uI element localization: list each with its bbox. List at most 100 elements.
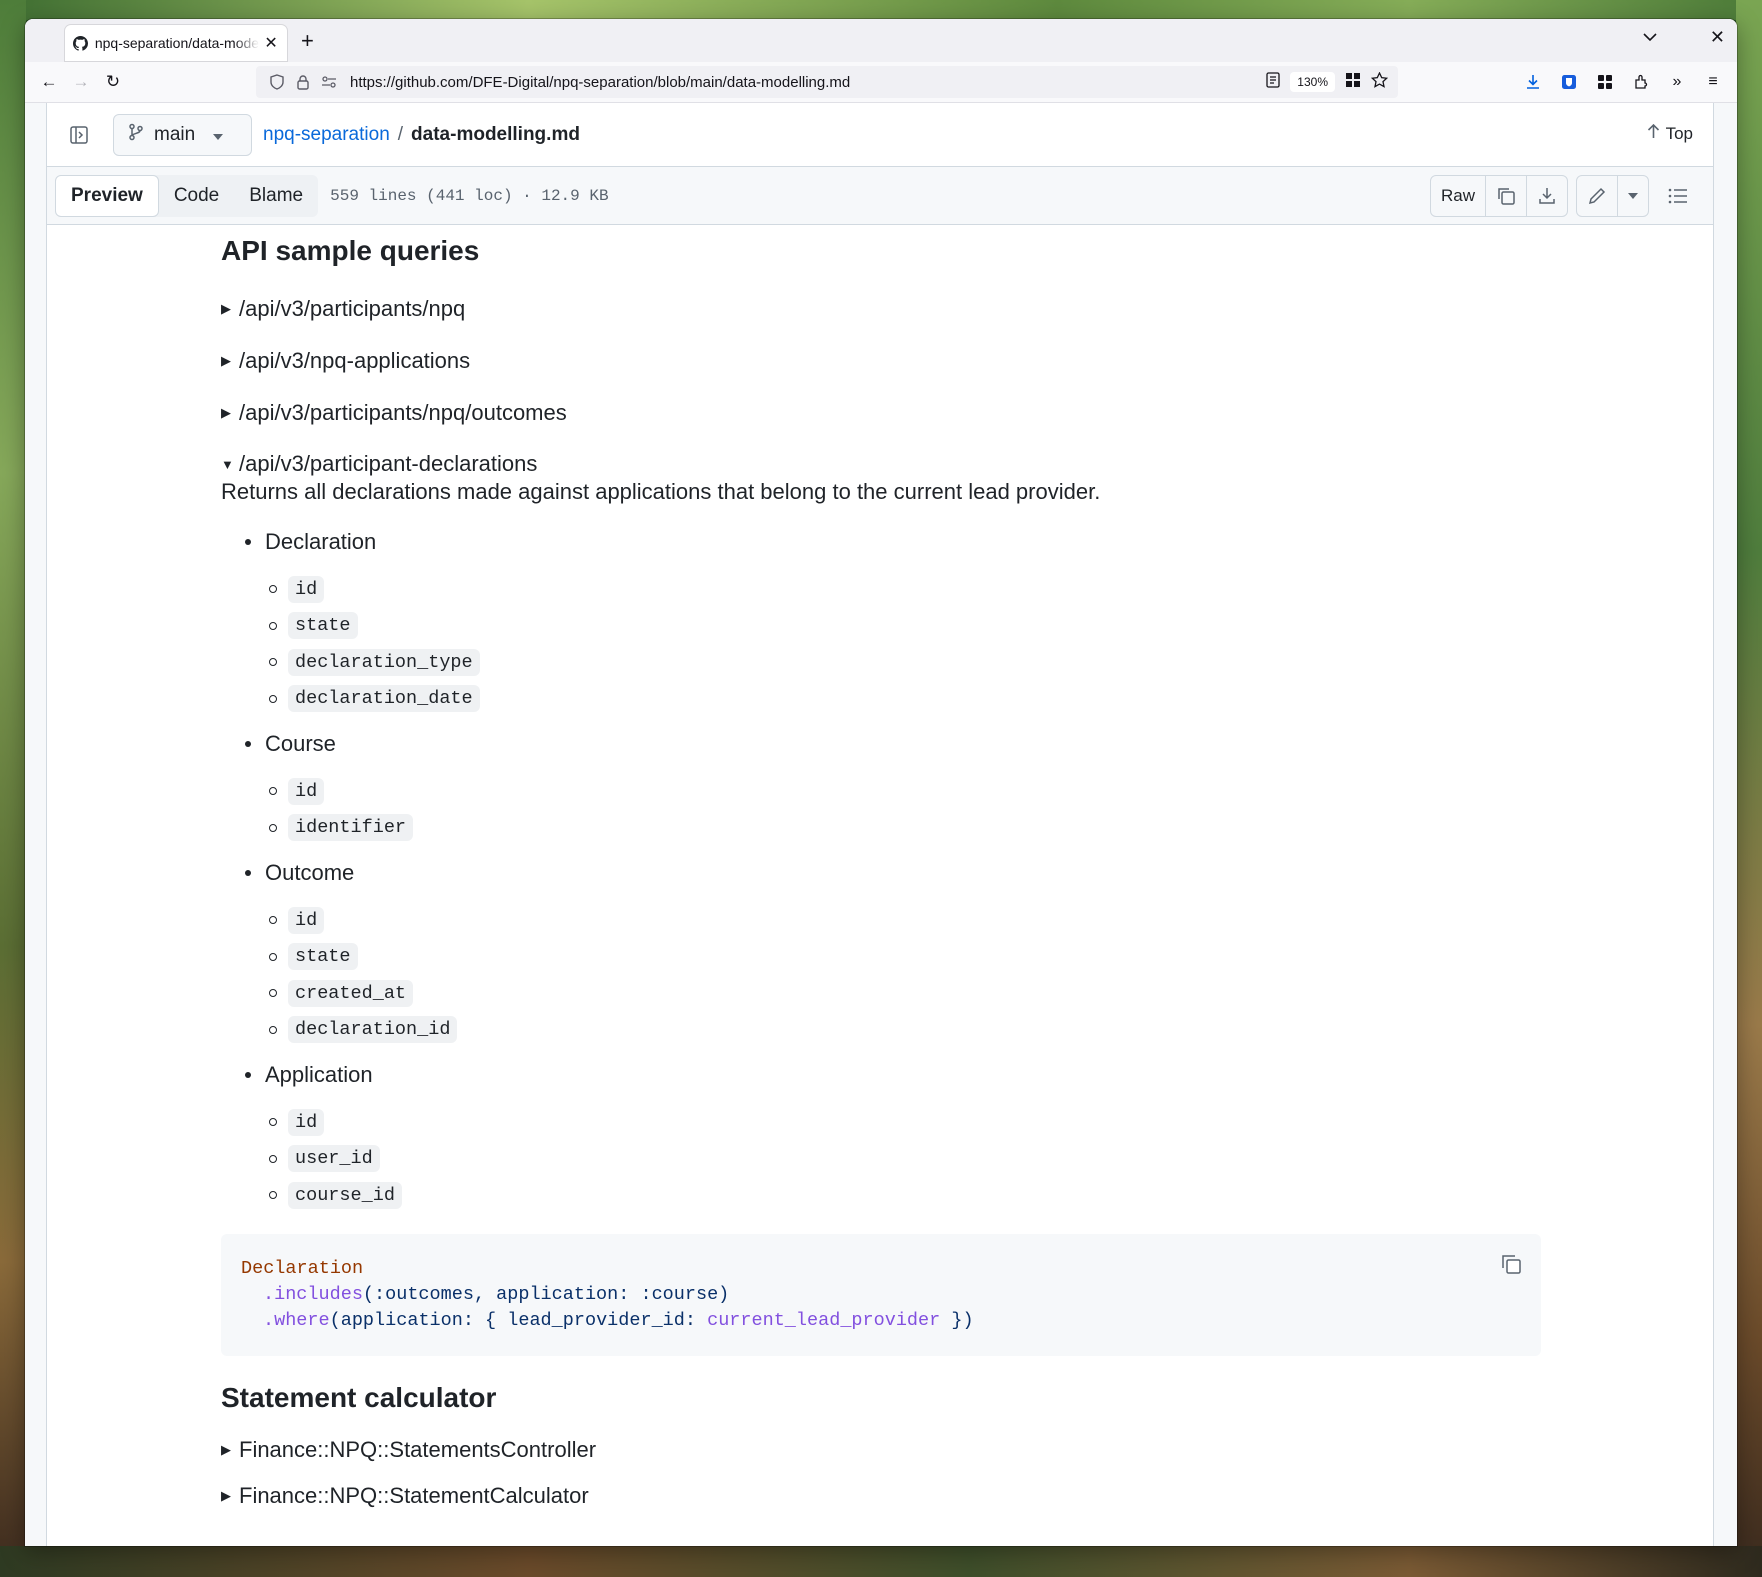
breadcrumb-file: data-modelling.md (411, 123, 580, 145)
raw-actions-group: Raw (1429, 175, 1568, 217)
raw-button[interactable]: Raw (1431, 176, 1486, 216)
entity-list: Declaration id state declaration_type de… (221, 525, 1541, 1214)
desktop-wallpaper (0, 0, 1762, 20)
code-token: .where (263, 1309, 330, 1331)
browser-tab[interactable]: npq-separation/data-modelling.md ✕ (65, 25, 287, 61)
tab-strip: npq-separation/data-modelling.md ✕ + ✕ (25, 19, 1737, 62)
sidebar-toggle-icon[interactable] (63, 119, 95, 151)
triangle-right-icon: ▶ (221, 1487, 231, 1503)
triangle-right-icon: ▶ (221, 301, 231, 316)
tab-close-icon[interactable]: ✕ (263, 33, 279, 53)
details-summary-text: /api/v3/npq-applications (239, 348, 471, 373)
list-item: Course id identifier (245, 727, 1541, 846)
field-code: state (288, 943, 358, 971)
address-bar[interactable]: https://github.com/DFE-Digital/npq-separ… (256, 66, 1398, 98)
section-heading-statement-calculator: Statement calculator (221, 1381, 497, 1413)
tab-title: npq-separation/data-modelling.md (94, 35, 260, 51)
code-token: current_lead_provider (707, 1309, 941, 1331)
entity-name: Course (265, 731, 336, 756)
field-code: declaration_date (288, 685, 480, 713)
lock-icon[interactable] (292, 71, 314, 93)
toolbar-right: » ≡ (1517, 66, 1729, 98)
reader-view-icon[interactable] (1266, 71, 1280, 93)
details-summary-text: /api/v3/participants/npq (239, 296, 466, 321)
extension-grid-icon[interactable] (1345, 72, 1361, 93)
shield-icon[interactable] (266, 71, 288, 93)
download-icon[interactable] (1527, 176, 1567, 216)
browser-window: npq-separation/data-modelling.md ✕ + ✕ ←… (25, 19, 1737, 1546)
caret-down-icon (213, 124, 224, 146)
page: main npq-separation / data-modelling.md … (25, 103, 1737, 1546)
list-tabs-chevron-icon[interactable] (1643, 29, 1657, 45)
field-code: declaration_id (288, 1016, 458, 1044)
desktop-wallpaper-bottom (0, 1546, 1762, 1577)
details-statements-controller[interactable]: ▶ Finance::NPQ::StatementsController (221, 1430, 1541, 1470)
arrow-up-icon (1647, 123, 1660, 144)
forward-icon[interactable]: → (65, 66, 97, 98)
details-participants-npq[interactable]: ▶ /api/v3/participants/npq (221, 283, 1541, 335)
file-actions: Raw (1429, 175, 1699, 217)
tab-blame[interactable]: Blame (234, 175, 318, 217)
code-token: (application: { lead_provider_id: (329, 1309, 708, 1331)
copy-code-icon[interactable] (1497, 1250, 1525, 1278)
view-mode-tabs: Preview Code Blame (55, 174, 319, 217)
entity-name: Application (265, 1062, 373, 1087)
url-text: https://github.com/DFE-Digital/npq-separ… (350, 73, 851, 91)
bullet (245, 1072, 251, 1078)
entity-name: Declaration (265, 529, 377, 554)
code-token: .includes (263, 1283, 363, 1305)
apps-icon[interactable] (1589, 66, 1621, 98)
field-code: id (288, 1108, 325, 1136)
branch-selector-button[interactable]: main (113, 113, 252, 156)
bitwarden-icon[interactable] (1553, 66, 1585, 98)
overflow-chevrons-icon[interactable]: » (1661, 66, 1693, 98)
markdown-body: API sample queries ▶ /api/v3/participant… (221, 225, 1541, 1508)
bullet (245, 870, 251, 876)
edit-dropdown-caret-icon[interactable] (1618, 176, 1648, 216)
extensions-icon[interactable] (1625, 66, 1657, 98)
field-code: user_id (288, 1145, 380, 1173)
field-code: course_id (288, 1181, 402, 1209)
desktop-wallpaper-right (1736, 0, 1762, 1577)
breadcrumb-repo-link[interactable]: npq-separation (263, 124, 390, 146)
back-icon[interactable]: ← (33, 66, 65, 98)
new-tab-icon[interactable]: + (301, 28, 314, 54)
desktop-wallpaper-left (0, 0, 26, 1577)
section-heading-api-sample-queries: API sample queries (221, 235, 480, 266)
list-item: Declaration id state declaration_type de… (245, 525, 1541, 717)
window-close-icon[interactable]: ✕ (1710, 27, 1725, 48)
details-summary-text: Finance::NPQ::StatementsController (239, 1436, 597, 1462)
breadcrumb-separator: / (397, 123, 404, 145)
downloads-icon[interactable] (1517, 66, 1549, 98)
outline-list-icon[interactable] (1657, 175, 1699, 217)
copy-raw-icon[interactable] (1486, 176, 1527, 216)
triangle-right-icon: ▶ (221, 353, 231, 368)
details-description: Returns all declarations made against ap… (221, 479, 1101, 504)
breadcrumb: npq-separation / data-modelling.md (263, 124, 580, 146)
details-statement-calculator[interactable]: ▶ Finance::NPQ::StatementCalculator (221, 1484, 1541, 1508)
github-icon (73, 35, 89, 51)
code-token: }) (940, 1309, 974, 1331)
field-code: identifier (288, 814, 414, 842)
top-label: Top (1665, 123, 1693, 143)
hamburger-menu-icon[interactable]: ≡ (1697, 66, 1729, 98)
file-header: main npq-separation / data-modelling.md … (47, 103, 1713, 167)
tab-preview[interactable]: Preview (55, 174, 159, 217)
top-button[interactable]: Top (1647, 123, 1693, 144)
bookmark-star-icon[interactable] (1370, 70, 1389, 93)
list-item: Outcome id state created_at declaration_… (245, 856, 1541, 1048)
tab-code[interactable]: Code (159, 175, 234, 217)
file-toolbar: Preview Code Blame 559 lines (441 loc) ·… (47, 167, 1713, 225)
details-participant-declarations[interactable]: ▼ /api/v3/participant-declarations (221, 449, 1541, 479)
edit-actions-group (1576, 175, 1649, 217)
bullet (245, 539, 251, 545)
git-branch-icon (128, 123, 144, 147)
permissions-icon[interactable] (318, 71, 340, 93)
details-npq-applications[interactable]: ▶ /api/v3/npq-applications (221, 335, 1541, 387)
details-summary-text: /api/v3/participant-declarations (239, 451, 538, 476)
edit-pencil-icon[interactable] (1577, 176, 1618, 216)
bullet (245, 741, 251, 747)
details-participants-npq-outcomes[interactable]: ▶ /api/v3/participants/npq/outcomes (221, 387, 1541, 439)
zoom-level[interactable]: 130% (1290, 72, 1335, 92)
reload-icon[interactable]: ↻ (97, 66, 129, 98)
